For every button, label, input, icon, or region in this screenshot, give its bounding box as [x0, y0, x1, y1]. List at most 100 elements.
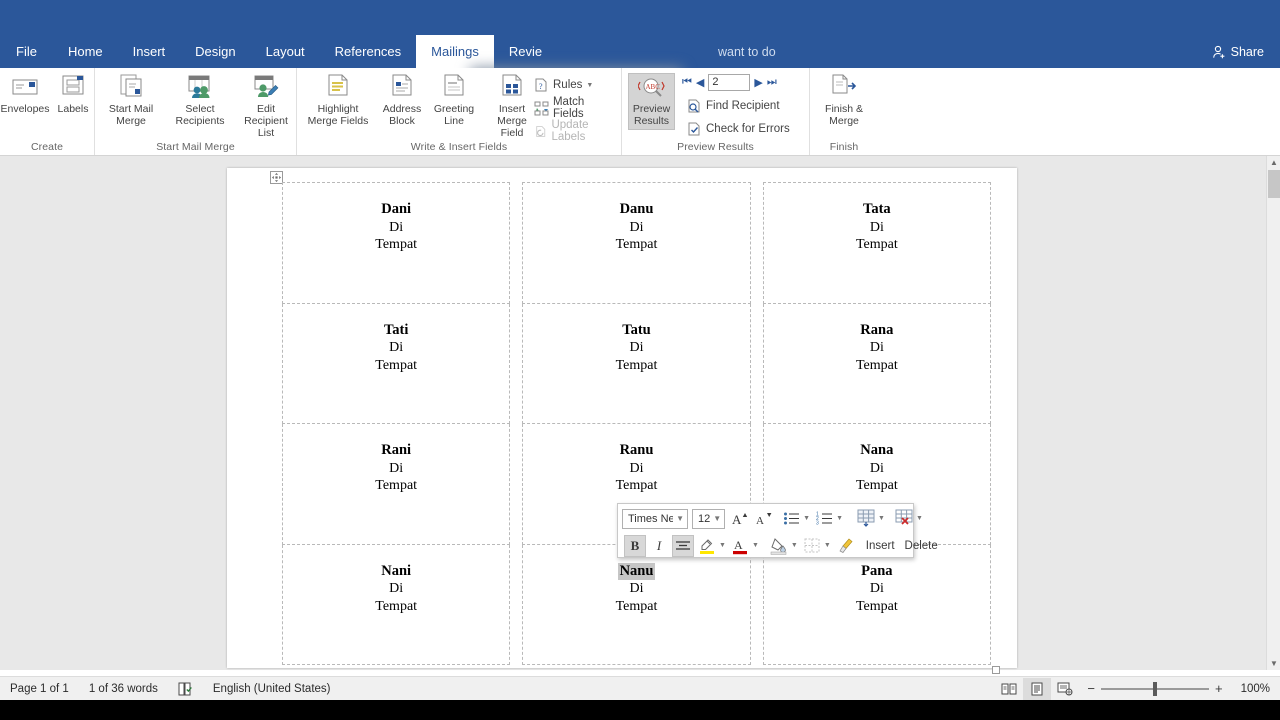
font-size-combo[interactable]: 12 ▼	[692, 508, 726, 529]
zoom-thumb[interactable]	[1152, 681, 1157, 696]
tab-design-label: Design	[195, 44, 236, 59]
tab-references[interactable]: References	[320, 35, 416, 68]
borders-icon	[804, 538, 820, 552]
group-title-start-mail-merge: Start Mail Merge	[156, 141, 235, 153]
tell-me-box[interactable]: want to do	[718, 35, 776, 68]
greeting-line-icon	[444, 74, 464, 96]
zoom-out-button[interactable]: −	[1087, 681, 1095, 696]
tab-insert[interactable]: Insert	[118, 35, 181, 68]
share-button[interactable]: Share	[1204, 35, 1272, 68]
greeting-line-button[interactable]: Greeting Line	[430, 72, 478, 129]
label-cell[interactable]: Tata Di Tempat	[762, 182, 992, 304]
zoom-slider[interactable]: − +	[1079, 681, 1230, 696]
first-record-icon[interactable]: ⏮	[682, 76, 692, 89]
bold-label: B	[630, 537, 640, 553]
vertical-scrollbar[interactable]: ▲ ▼	[1266, 156, 1280, 670]
last-record-icon[interactable]: ⏭	[767, 76, 777, 89]
web-layout-button[interactable]	[1051, 678, 1079, 700]
shrink-font-button[interactable]: A	[753, 508, 775, 530]
table-resize-handle[interactable]	[992, 666, 1000, 674]
text-highlight-button[interactable]	[696, 535, 718, 557]
shading-button[interactable]	[768, 535, 790, 557]
zoom-in-button[interactable]: +	[1215, 681, 1223, 696]
chevron-down-icon[interactable]: ▼	[803, 515, 810, 522]
delete-table-label[interactable]: Delete	[905, 540, 938, 552]
proofing-status[interactable]	[168, 677, 203, 701]
svg-text:?: ?	[539, 82, 543, 91]
column-gutter	[510, 544, 523, 665]
label-cell[interactable]: Pana Di Tempat	[762, 543, 992, 665]
font-color-button[interactable]: A	[729, 535, 751, 557]
status-bar-right: − + 100%	[995, 677, 1280, 701]
chevron-down-icon[interactable]: ▼	[752, 542, 759, 549]
zoom-level[interactable]: 100%	[1231, 677, 1280, 701]
tab-home[interactable]: Home	[53, 35, 118, 68]
font-name-combo[interactable]: Times Ne ▼	[622, 508, 688, 529]
zoom-track[interactable]	[1100, 681, 1209, 696]
chevron-down-icon[interactable]: ▼	[791, 542, 798, 549]
borders-button[interactable]	[801, 535, 823, 557]
align-center-button[interactable]	[672, 534, 694, 557]
delete-table-button[interactable]	[893, 508, 915, 530]
page-indicator[interactable]: Page 1 of 1	[0, 677, 79, 701]
check-for-errors-button[interactable]: Check for Errors	[684, 119, 793, 139]
scroll-up-arrow-icon[interactable]: ▲	[1268, 156, 1280, 169]
label-cell[interactable]: Dani Di Tempat	[281, 182, 511, 304]
preview-results-icon: ABC	[637, 78, 665, 97]
group-title-create: Create	[30, 141, 64, 153]
tab-layout[interactable]: Layout	[251, 35, 320, 68]
start-mail-merge-button[interactable]: Start Mail Merge	[100, 72, 162, 129]
tab-home-label: Home	[67, 44, 103, 59]
label-cell[interactable]: Danu Di Tempat	[522, 182, 751, 304]
labels-button[interactable]: Labels	[53, 72, 93, 117]
highlight-merge-fields-button[interactable]: Highlight Merge Fields	[303, 72, 373, 129]
find-recipient-button[interactable]: Find Recipient	[684, 96, 783, 116]
chevron-down-icon[interactable]: ▼	[824, 542, 831, 549]
tab-file[interactable]: File	[0, 35, 53, 68]
italic-button[interactable]: I	[648, 535, 670, 557]
record-number-input[interactable]: 2	[708, 74, 751, 91]
match-fields-button[interactable]: Match Fields	[531, 96, 621, 120]
chevron-down-icon[interactable]: ▼	[878, 515, 885, 522]
insert-table-label[interactable]: Insert	[866, 540, 895, 552]
rules-button[interactable]: ? Rules ▼	[531, 75, 598, 95]
preview-results-button[interactable]: ABC Preview Results	[628, 73, 675, 130]
grow-font-button[interactable]: A	[729, 508, 751, 530]
tab-mailings[interactable]: Mailings	[416, 35, 494, 68]
label-cell[interactable]: Rana Di Tempat	[762, 302, 992, 424]
label-line-2: Di	[629, 219, 644, 235]
document-page[interactable]: Dani Di Tempat Danu Di Tempat Tata Di Te…	[227, 168, 1017, 674]
read-mode-button[interactable]	[995, 678, 1023, 700]
page-indicator-label: Page 1 of 1	[10, 682, 69, 695]
scroll-down-arrow-icon[interactable]: ▼	[1268, 657, 1280, 670]
format-painter-button[interactable]	[834, 535, 856, 557]
edit-recipient-list-button[interactable]: Edit Recipient List	[237, 72, 295, 141]
envelopes-button[interactable]: Envelopes	[0, 72, 50, 117]
label-cell[interactable]: Rani Di Tempat	[281, 423, 511, 545]
insert-table-button[interactable]	[855, 508, 877, 530]
label-cell[interactable]: Tatu Di Tempat	[522, 302, 751, 424]
next-record-icon[interactable]: ▶	[754, 76, 762, 89]
label-cell[interactable]: Nani Di Tempat	[281, 543, 511, 665]
scrollbar-thumb[interactable]	[1268, 170, 1280, 198]
document-canvas: Dani Di Tempat Danu Di Tempat Tata Di Te…	[0, 156, 1280, 674]
previous-record-icon[interactable]: ◀	[696, 76, 704, 89]
label-cell[interactable]: Tati Di Tempat	[281, 302, 511, 424]
label-cell[interactable]: Nanu Di Tempat	[522, 543, 751, 665]
bullets-button[interactable]	[780, 508, 802, 530]
numbering-button[interactable]: 1 2 3	[813, 508, 835, 530]
chevron-down-icon[interactable]: ▼	[836, 515, 843, 522]
address-block-icon	[392, 74, 412, 96]
word-count[interactable]: 1 of 36 words	[79, 677, 168, 701]
chevron-down-icon[interactable]: ▼	[916, 515, 923, 522]
print-layout-button[interactable]	[1023, 677, 1052, 700]
bold-button[interactable]: B	[624, 534, 646, 557]
finish-and-merge-button[interactable]: Finish & Merge	[815, 72, 873, 129]
address-block-button[interactable]: Address Block	[377, 72, 427, 129]
select-recipients-button[interactable]: Select Recipients	[167, 72, 233, 129]
chevron-down-icon[interactable]: ▼	[719, 542, 726, 549]
tab-design[interactable]: Design	[180, 35, 250, 68]
language-indicator[interactable]: English (United States)	[203, 677, 341, 701]
tab-review[interactable]: Revie	[494, 35, 557, 68]
align-center-icon	[676, 540, 690, 550]
